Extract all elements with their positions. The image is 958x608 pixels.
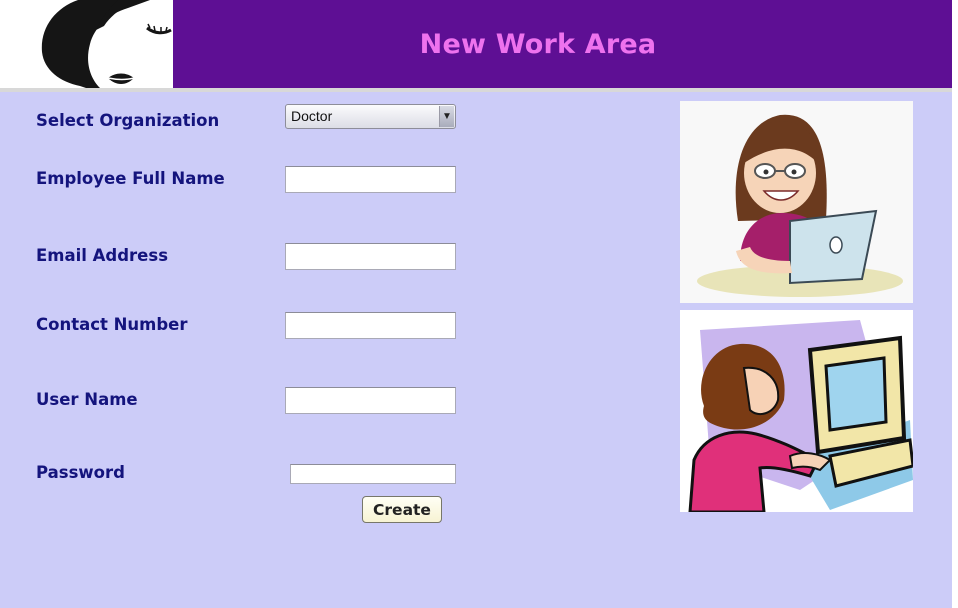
full-name-label: Employee Full Name [36,169,225,188]
password-field[interactable] [290,464,456,484]
organization-select[interactable]: Doctor ▼ [285,104,456,129]
woman-at-computer-illustration [680,310,913,512]
password-label: Password [36,463,125,482]
organization-selected-value: Doctor [291,108,333,124]
email-label: Email Address [36,246,169,265]
woman-face-logo [0,0,173,88]
header-bar: New Work Area [0,0,952,88]
contact-number-label: Contact Number [36,315,188,334]
chevron-down-icon[interactable]: ▼ [439,106,454,127]
full-name-field[interactable] [285,166,456,193]
page-title: New Work Area [419,28,657,60]
username-field[interactable] [285,387,456,414]
organization-label: Select Organization [36,111,220,130]
username-label: User Name [36,390,138,409]
email-field[interactable] [285,243,456,270]
girl-with-laptop-illustration [680,101,913,303]
create-button[interactable]: Create [362,496,442,523]
contact-number-field[interactable] [285,312,456,339]
